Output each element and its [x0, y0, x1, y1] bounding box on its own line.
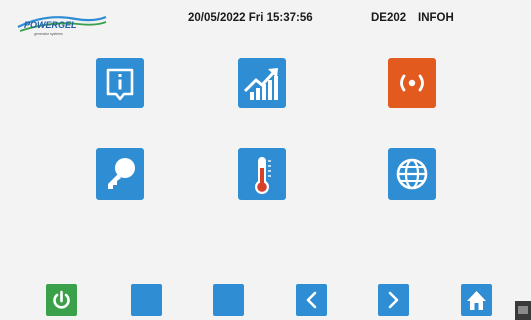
temperature-tile[interactable]	[238, 148, 286, 200]
remote-tile[interactable]	[388, 58, 436, 108]
power-icon	[53, 290, 70, 309]
info-icon	[106, 68, 134, 101]
info-tile[interactable]	[96, 58, 144, 108]
camera-icon	[515, 301, 531, 320]
network-tile[interactable]	[388, 148, 436, 200]
thermometer-icon	[255, 157, 271, 194]
statistics-tile[interactable]	[238, 58, 286, 108]
brand-logo: POWERGEL generator systems	[16, 11, 108, 37]
key-icon	[108, 158, 135, 189]
broadcast-icon	[400, 74, 424, 92]
chevron-right-icon	[388, 291, 399, 309]
globe-icon	[396, 158, 428, 190]
power-button[interactable]	[46, 284, 77, 316]
chart-growth-icon	[243, 68, 278, 100]
previous-button[interactable]	[296, 284, 327, 316]
password-tile[interactable]	[96, 148, 144, 200]
device-id: DE202	[371, 12, 407, 24]
logo-text: POWERGEL	[24, 20, 77, 30]
blank-button-2[interactable]	[213, 284, 244, 316]
blank-button-1[interactable]	[131, 284, 162, 316]
home-icon	[467, 291, 486, 310]
page-code: INFOH	[418, 12, 454, 24]
chevron-left-icon	[306, 291, 317, 309]
logo-subtext: generator systems	[34, 32, 63, 36]
home-button[interactable]	[461, 284, 492, 316]
next-button[interactable]	[378, 284, 409, 316]
date-time: 20/05/2022 Fri 15:37:56	[188, 12, 313, 24]
